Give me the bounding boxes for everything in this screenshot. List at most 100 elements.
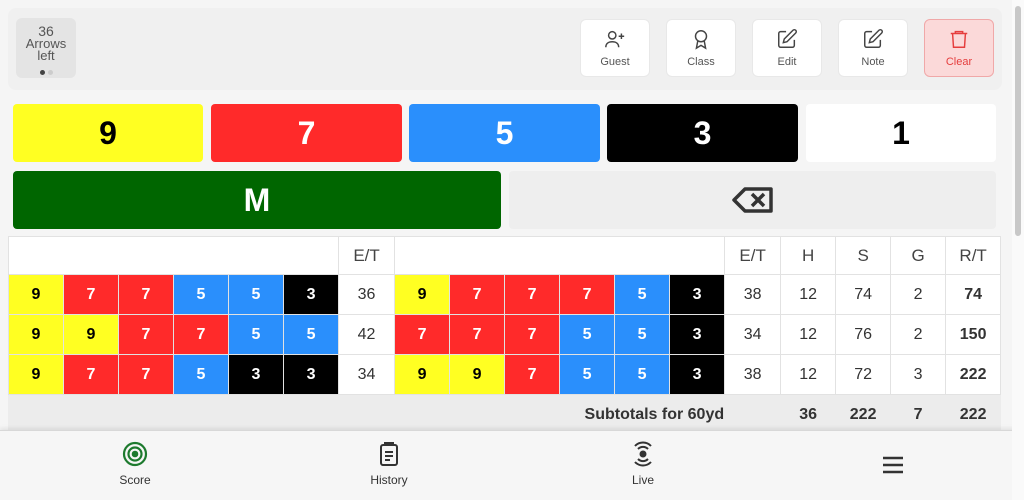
add-user-icon (605, 30, 625, 48)
hits-cell[interactable]: 12 (780, 274, 837, 315)
guest-button[interactable]: Guest (580, 19, 650, 77)
table-row: 9 7 7 5 3 3 34 9 9 7 5 5 3 38 12 72 3 222 (8, 354, 1001, 395)
score-cell[interactable]: 74 (835, 274, 892, 315)
class-label: Class (687, 56, 715, 68)
score-3-button[interactable]: 3 (607, 104, 798, 162)
arrow-score-cell[interactable]: 7 (394, 314, 451, 355)
golds-cell[interactable]: 2 (890, 314, 947, 355)
score-cell[interactable]: 72 (835, 354, 892, 395)
header-et-2: E/T (724, 236, 782, 275)
arrow-score-cell[interactable]: 9 (394, 274, 451, 315)
page-indicator (16, 70, 76, 75)
header-hits: H (780, 236, 837, 275)
arrow-score-cell[interactable]: 7 (559, 274, 616, 315)
subtotal-row: Subtotals for 60yd 36 222 7 222 (8, 394, 1001, 431)
trash-icon (950, 30, 968, 48)
arrow-score-cell[interactable]: 7 (449, 274, 506, 315)
score-7-button[interactable]: 7 (211, 104, 402, 162)
arrow-score-cell[interactable]: 7 (118, 314, 174, 355)
arrow-score-cell[interactable]: 5 (559, 354, 616, 395)
score-9-button[interactable]: 9 (13, 104, 203, 162)
arrow-score-cell[interactable]: 9 (394, 354, 451, 395)
end-total-cell[interactable]: 42 (338, 314, 396, 355)
arrow-score-cell[interactable]: 5 (173, 354, 229, 395)
arrow-score-cell[interactable]: 7 (63, 274, 119, 315)
edit-label: Edit (777, 56, 797, 68)
header-et-1: E/T (338, 236, 396, 275)
edit-icon (778, 29, 797, 48)
header-golds: G (890, 236, 947, 275)
arrow-score-cell[interactable]: 5 (228, 274, 284, 315)
clear-label: Clear (945, 56, 973, 68)
nav-score[interactable]: Score (75, 441, 195, 487)
arrow-score-cell[interactable]: 5 (614, 314, 671, 355)
hits-cell[interactable]: 12 (780, 354, 837, 395)
golds-cell[interactable]: 3 (890, 354, 947, 395)
arrow-score-cell[interactable]: 9 (8, 274, 64, 315)
subtotal-hits: 36 (780, 394, 837, 431)
arrow-score-cell[interactable]: 7 (449, 314, 506, 355)
hits-cell[interactable]: 12 (780, 314, 837, 355)
arrow-score-cell[interactable]: 5 (614, 354, 671, 395)
hamburger-menu-icon (883, 456, 903, 474)
end-total-cell[interactable]: 36 (338, 274, 396, 315)
end-total-cell[interactable]: 38 (724, 354, 782, 395)
subtotal-score: 222 (835, 394, 892, 431)
edit-button[interactable]: Edit (752, 19, 822, 77)
target-icon (122, 441, 148, 467)
running-total-cell[interactable]: 74 (945, 274, 1001, 315)
miss-button[interactable]: M (13, 171, 501, 229)
arrows-left-counter: 36 Arrows left (16, 18, 76, 78)
arrow-score-cell[interactable]: 5 (559, 314, 616, 355)
nav-live[interactable]: Live (583, 441, 703, 487)
arrow-score-cell[interactable]: 3 (282, 354, 340, 395)
golds-cell[interactable]: 2 (890, 274, 947, 315)
arrow-score-cell[interactable]: 7 (173, 314, 229, 355)
end-total-cell[interactable]: 34 (724, 314, 782, 355)
arrow-score-cell[interactable]: 7 (63, 354, 119, 395)
arrow-score-cell[interactable]: 9 (8, 354, 64, 395)
arrow-score-cell[interactable]: 3 (228, 354, 284, 395)
clear-button[interactable]: Clear (924, 19, 994, 77)
backspace-icon (731, 187, 773, 213)
score-1-button[interactable]: 1 (806, 104, 996, 162)
score-table: E/T E/T H S G R/T 9 7 7 5 5 3 36 9 7 7 7 5 3 38 12 74 2 7… (8, 236, 1001, 431)
header-score: S (835, 236, 892, 275)
scrollbar-thumb[interactable] (1015, 6, 1021, 236)
arrow-score-cell[interactable]: 9 (449, 354, 506, 395)
arrow-score-cell[interactable]: 9 (63, 314, 119, 355)
subtotal-label: Subtotals for 60yd (8, 394, 726, 431)
end-total-cell[interactable]: 38 (724, 274, 782, 315)
arrow-score-cell[interactable]: 5 (228, 314, 284, 355)
end-total-cell[interactable]: 34 (338, 354, 396, 395)
arrow-score-cell[interactable]: 3 (669, 354, 726, 395)
menu-button[interactable] (881, 455, 905, 480)
nav-history[interactable]: History (329, 441, 449, 487)
backspace-button[interactable] (509, 171, 996, 229)
arrow-score-cell[interactable]: 5 (614, 274, 671, 315)
running-total-cell[interactable]: 222 (945, 354, 1001, 395)
arrow-score-cell[interactable]: 3 (282, 274, 340, 315)
scrollbar[interactable] (1012, 0, 1024, 500)
arrow-score-cell[interactable]: 7 (504, 274, 561, 315)
arrow-score-cell[interactable]: 5 (173, 274, 229, 315)
arrow-score-cell[interactable]: 9 (8, 314, 64, 355)
score-5-button[interactable]: 5 (409, 104, 600, 162)
nav-history-label: History (370, 473, 408, 487)
arrow-score-cell[interactable]: 7 (118, 354, 174, 395)
score-cell[interactable]: 76 (835, 314, 892, 355)
arrow-score-cell[interactable]: 3 (669, 314, 726, 355)
guest-label: Guest (600, 56, 630, 68)
nav-live-label: Live (631, 473, 654, 487)
arrow-score-cell[interactable]: 7 (504, 354, 561, 395)
arrow-score-cell[interactable]: 3 (669, 274, 726, 315)
bottom-navigation: Score History Live (0, 430, 1024, 500)
arrow-score-cell[interactable]: 7 (118, 274, 174, 315)
arrow-score-cell[interactable]: 7 (504, 314, 561, 355)
top-toolbar: 36 Arrows left Guest Class Edit Note Cle (8, 8, 1002, 90)
running-total-cell[interactable]: 150 (945, 314, 1001, 355)
note-button[interactable]: Note (838, 19, 908, 77)
arrow-score-cell[interactable]: 5 (282, 314, 340, 355)
page-dot (47, 70, 53, 75)
class-button[interactable]: Class (666, 19, 736, 77)
